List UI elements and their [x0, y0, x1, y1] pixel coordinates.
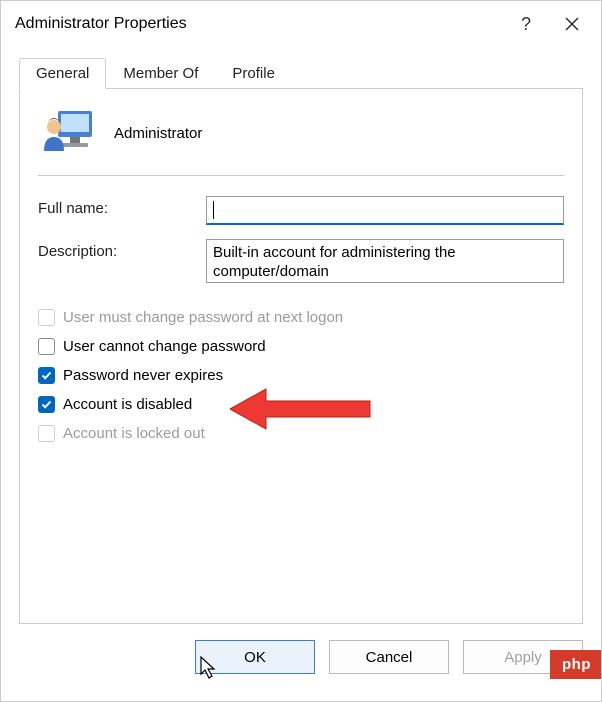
check-cannot-change-password[interactable]: User cannot change password [38, 332, 564, 361]
account-name: Administrator [114, 125, 202, 142]
checkbox-icon [38, 338, 55, 355]
title-bar: Administrator Properties ? [1, 1, 601, 47]
checkbox-icon [38, 425, 55, 442]
tab-member-of[interactable]: Member Of [106, 58, 215, 89]
check-must-change-password: User must change password at next logon [38, 303, 564, 332]
cancel-button[interactable]: Cancel [329, 640, 449, 674]
check-account-is-disabled[interactable]: Account is disabled [38, 390, 564, 419]
tab-strip: General Member Of Profile [1, 47, 601, 89]
description-label: Description: [38, 239, 206, 260]
checkbox-icon [38, 367, 55, 384]
checkbox-label: User cannot change password [63, 338, 266, 355]
checkbox-label: Account is locked out [63, 425, 205, 442]
help-button[interactable]: ? [503, 1, 549, 47]
window-title: Administrator Properties [15, 15, 503, 33]
close-icon [565, 17, 579, 31]
watermark-badge: php [550, 650, 601, 679]
account-header: Administrator [38, 107, 564, 175]
check-password-never-expires[interactable]: Password never expires [38, 361, 564, 390]
full-name-row: Full name: [38, 196, 564, 225]
checkbox-label: User must change password at next logon [63, 309, 343, 326]
tab-profile[interactable]: Profile [215, 58, 292, 89]
tab-panel-general: Administrator Full name: Description: Bu… [19, 88, 583, 624]
close-button[interactable] [549, 1, 595, 47]
checkbox-label: Password never expires [63, 367, 223, 384]
checkbox-icon [38, 396, 55, 413]
help-icon: ? [521, 14, 531, 35]
text-caret [213, 201, 214, 219]
description-row: Description: Built-in account for admini… [38, 239, 564, 283]
full-name-label: Full name: [38, 196, 206, 217]
divider [38, 175, 564, 176]
checkbox-label: Account is disabled [63, 396, 192, 413]
checkbox-icon [38, 309, 55, 326]
check-account-is-locked-out: Account is locked out [38, 419, 564, 448]
tab-general[interactable]: General [19, 58, 106, 89]
description-input[interactable]: Built-in account for administering the c… [206, 239, 564, 283]
full-name-input[interactable] [206, 196, 564, 225]
dialog-button-row: OK Cancel Apply [1, 624, 601, 674]
watermark-text: php [562, 656, 591, 673]
ok-button[interactable]: OK [195, 640, 315, 674]
checkbox-group: User must change password at next logon … [38, 303, 564, 448]
user-icon [42, 109, 94, 157]
